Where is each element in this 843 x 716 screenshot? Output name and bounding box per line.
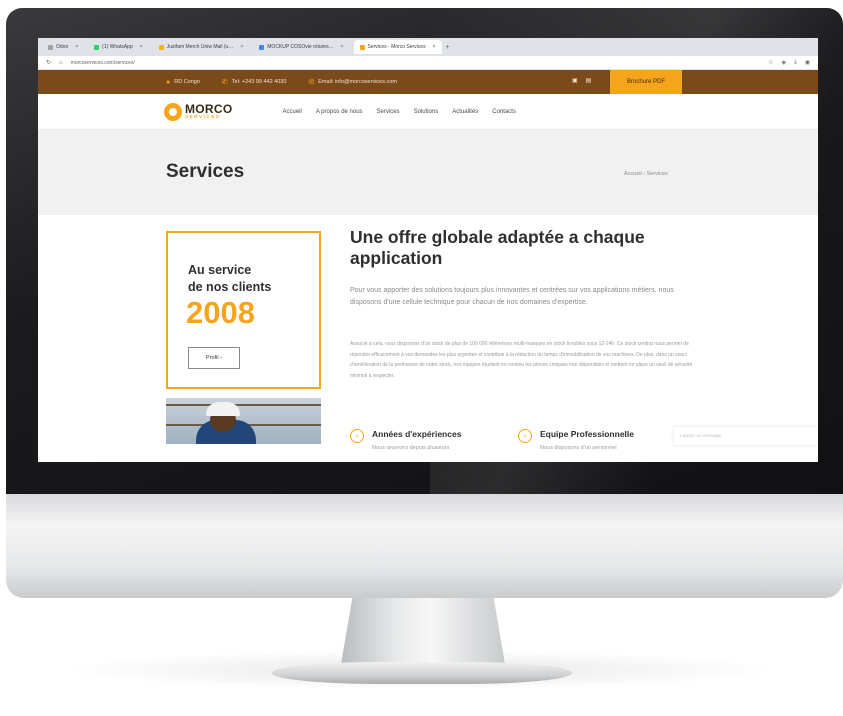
url-field[interactable]: morcoservices.com/services/ [71, 60, 760, 66]
chevron-right-icon: › [350, 429, 364, 443]
tab-label: Services - Morco Services [367, 44, 426, 50]
close-icon[interactable]: × [75, 44, 78, 50]
site-header: MORCO SERVICES Accueil A propos de nous … [38, 94, 818, 130]
email-info[interactable]: ✉ Email: info@morcoservices.com [308, 78, 397, 86]
monitor-mockup: Odoo × (1) WhatsApp × Justfam Merch Uniw… [0, 0, 843, 716]
download-icon[interactable]: ⤓ [794, 59, 797, 66]
tab-favicon [158, 44, 164, 50]
mail-icon: ✉ [308, 79, 315, 86]
menu-item-services[interactable]: Services [377, 109, 400, 115]
site-logo[interactable]: MORCO SERVICES [164, 102, 233, 121]
menu-item-contacts[interactable]: Contacts [492, 109, 516, 115]
close-icon[interactable]: × [433, 44, 436, 50]
close-icon[interactable]: × [140, 44, 143, 50]
monitor-stand [340, 592, 506, 670]
tab-favicon [359, 44, 365, 50]
tab-label: Odoo [56, 44, 69, 50]
logo-subtitle: SERVICES [185, 114, 221, 120]
phone-info[interactable]: ✆ Tel: +243 99 442 4030 [222, 78, 286, 86]
whatsapp-favicon [94, 44, 100, 50]
worker-photo [166, 398, 321, 444]
feature-desc: Nous disposons d'un personnel [540, 445, 617, 451]
feature-experience: › Années d'expériences Nous œuvrons depu… [350, 429, 461, 451]
facebook-icon[interactable]: ▣ [572, 77, 578, 84]
tab-favicon [259, 44, 265, 50]
new-tab-button[interactable]: + [446, 44, 450, 51]
home-icon[interactable]: ⌂ [59, 60, 63, 66]
menu-item-solutions[interactable]: Solutions [414, 109, 439, 115]
menu-item-accueil[interactable]: Accueil [283, 109, 302, 115]
browser-tab[interactable]: MOCKUP COSOvie rotures… × [253, 40, 349, 54]
tab-label: Justfam Merch Uniw Mail (u… [166, 44, 234, 50]
tab-label: (1) WhatsApp [102, 44, 133, 50]
shelf [166, 404, 321, 406]
hardhat [206, 402, 240, 416]
phone-icon: ✆ [221, 79, 228, 86]
breadcrumb[interactable]: Accueil › Services [624, 171, 668, 177]
card-heading-line2: de nos clients [188, 280, 272, 294]
tab-label: MOCKUP COSOvie rotures… [267, 44, 334, 50]
logo-text: MORCO SERVICES [185, 103, 233, 120]
chevron-right-icon: › [518, 429, 532, 443]
section-heading: Une offre globale adaptée a chaque appli… [350, 227, 645, 268]
main-menu: Accueil A propos de nous Services Soluti… [283, 109, 516, 115]
bookmark-star-icon[interactable]: ☆ [768, 59, 773, 66]
brochure-button[interactable]: Brochure PDF [610, 70, 682, 94]
social-links: ▣ ▤ [572, 77, 591, 84]
section-lead: Pour vous apporter des solutions toujour… [350, 287, 674, 306]
monitor-base [272, 662, 572, 684]
chat-widget[interactable]: Laissez un message [674, 427, 818, 445]
feature-team: › Equipe Professionnelle Nous disposons … [518, 429, 634, 451]
feature-title: Equipe Professionnelle [540, 429, 634, 439]
tab-favicon [48, 44, 53, 50]
map-pin-icon: ● [166, 78, 171, 86]
browser-tab[interactable]: (1) WhatsApp × [88, 40, 149, 54]
phone-text: Tel: +243 99 442 4030 [231, 79, 287, 85]
experience-card: Au service de nos clients 2008 Profil › [166, 231, 321, 389]
browser-tab-active[interactable]: Services - Morco Services × [353, 40, 442, 54]
browser-tabbar: Odoo × (1) WhatsApp × Justfam Merch Uniw… [38, 38, 818, 56]
profile-icon[interactable]: ◉ [805, 59, 810, 66]
page-title: Services [166, 161, 245, 182]
profil-button[interactable]: Profil › [188, 347, 240, 369]
feature-desc: Nous œuvrons depuis plusieurs [372, 445, 450, 451]
monitor-chin [6, 494, 843, 598]
browser-actions: ☆ ◈ ⤓ ◉ [768, 59, 810, 66]
section-body: Associé à cela, nous disposons d'un stoc… [350, 341, 693, 379]
browser-tab[interactable]: Justfam Merch Uniw Mail (u… × [153, 40, 250, 54]
feature-title: Années d'expériences [372, 429, 462, 439]
card-heading-line1: Au service [188, 263, 252, 277]
email-text: Email: info@morcoservices.com [318, 79, 397, 85]
site-topbar: ● RD Congo ✆ Tel: +243 99 442 4030 ✉ Ema… [38, 70, 818, 94]
screen: Odoo × (1) WhatsApp × Justfam Merch Uniw… [38, 38, 818, 462]
location-text: RD Congo [174, 79, 200, 85]
main-content: Au service de nos clients 2008 Profil › … [38, 215, 818, 451]
linkedin-icon[interactable]: ▤ [586, 77, 592, 84]
menu-item-a-propos[interactable]: A propos de nous [316, 109, 363, 115]
browser-tab[interactable]: Odoo × [42, 40, 84, 54]
close-icon[interactable]: × [341, 44, 344, 50]
extension-icon[interactable]: ◈ [781, 59, 786, 66]
founding-year: 2008 [186, 295, 255, 330]
reload-icon[interactable]: ↻ [46, 59, 51, 66]
page-title-band: Services Accueil › Services [38, 130, 818, 215]
close-icon[interactable]: × [240, 44, 243, 50]
menu-item-actualites[interactable]: Actualités [452, 109, 478, 115]
address-bar: ↻ ⌂ morcoservices.com/services/ ☆ ◈ ⤓ ◉ [38, 56, 818, 70]
location-info: ● RD Congo [166, 79, 200, 86]
logo-gear-icon [164, 102, 182, 121]
